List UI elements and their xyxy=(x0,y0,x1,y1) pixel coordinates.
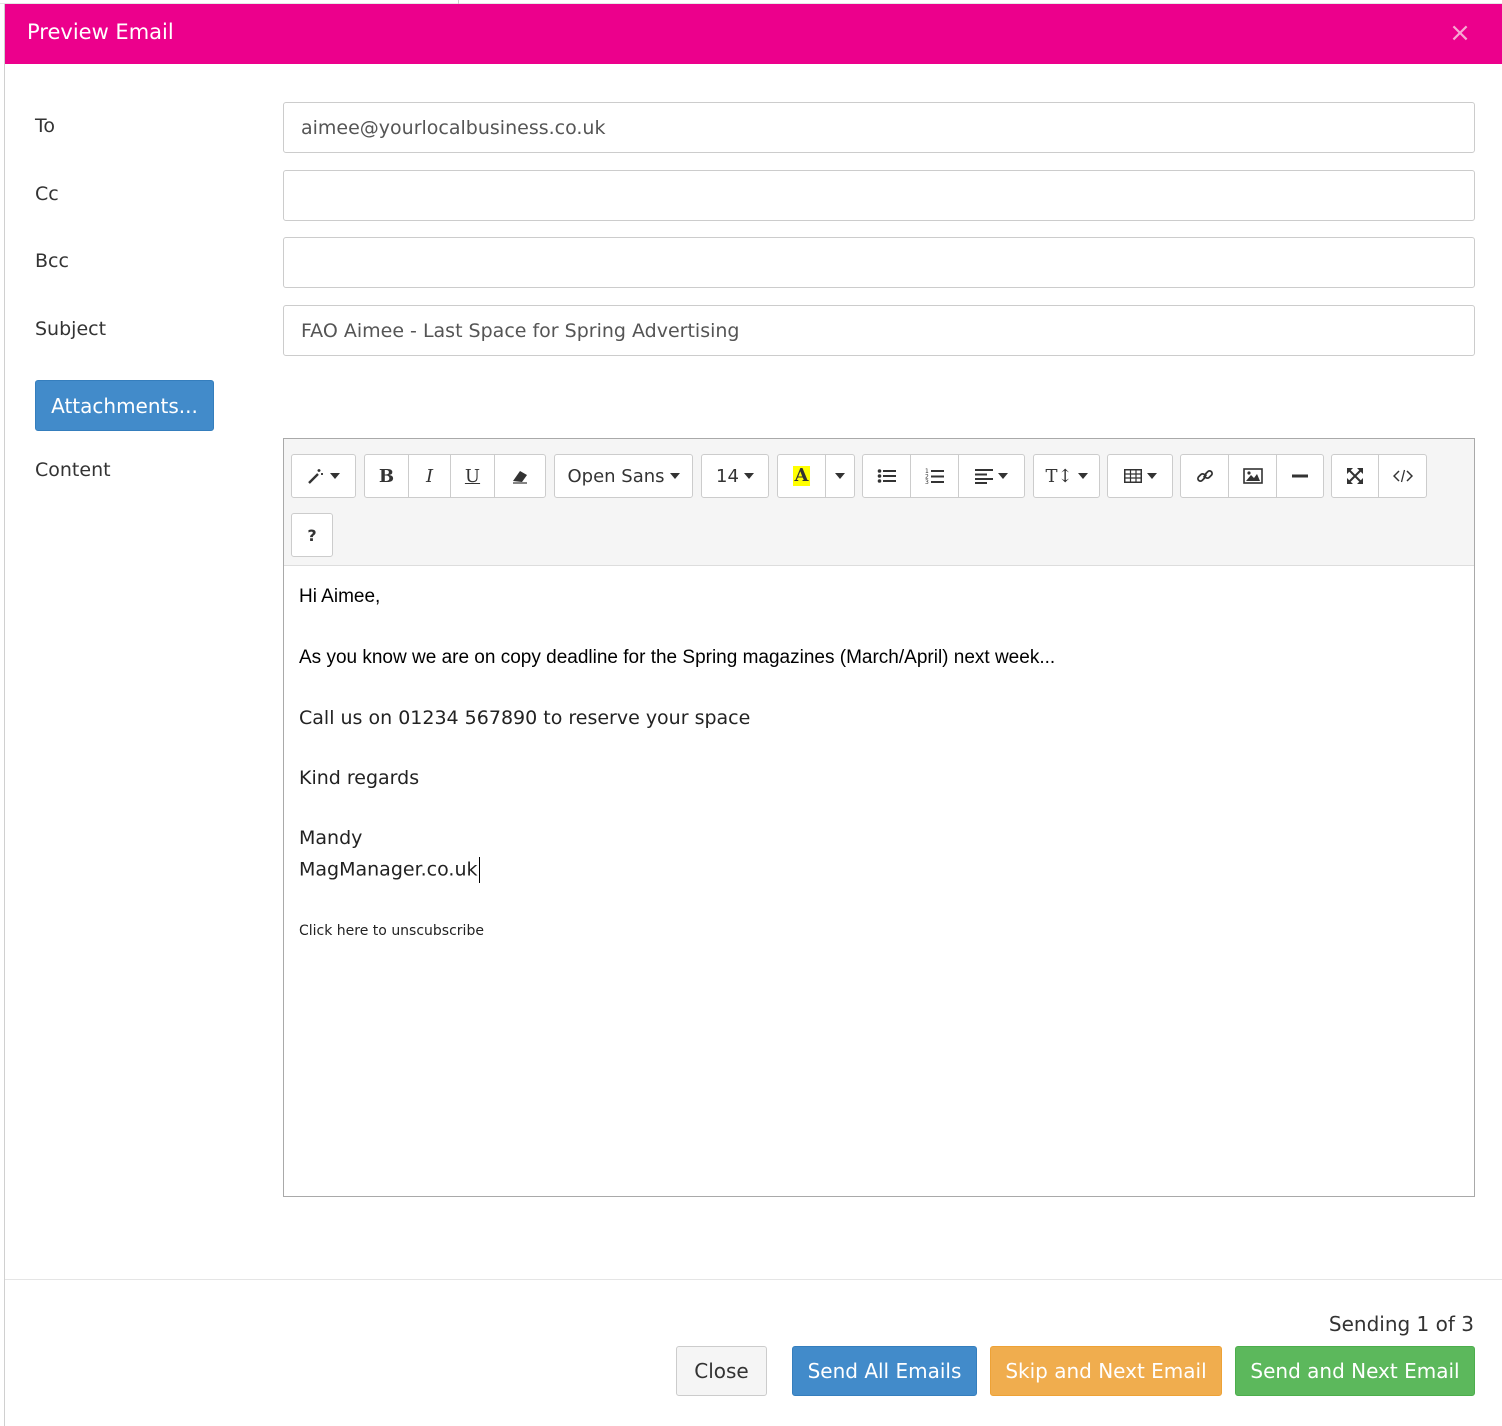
cc-input[interactable] xyxy=(283,170,1475,221)
align-left-icon xyxy=(975,469,993,484)
chevron-down-icon xyxy=(743,473,754,479)
chevron-down-icon xyxy=(1077,473,1088,479)
close-button[interactable]: Close xyxy=(676,1346,767,1396)
color-dropdown[interactable] xyxy=(825,454,855,498)
italic-button[interactable]: I xyxy=(408,454,451,498)
footer-divider xyxy=(5,1279,1502,1280)
content-line-regards: Kind regards xyxy=(299,767,420,789)
underline-button[interactable]: U xyxy=(450,454,495,498)
code-view-button[interactable] xyxy=(1378,454,1427,498)
content-label: Content xyxy=(35,459,111,481)
insert-image-button[interactable] xyxy=(1228,454,1277,498)
subject-input[interactable] xyxy=(283,305,1475,356)
expand-icon xyxy=(1347,468,1363,484)
content-sign-site-row: MagManager.co.uk xyxy=(299,857,480,883)
table-dropdown[interactable] xyxy=(1107,454,1173,498)
ordered-list-button[interactable]: 123 xyxy=(910,454,959,498)
highlight-color-button[interactable]: A xyxy=(777,454,826,498)
send-next-email-button[interactable]: Send and Next Email xyxy=(1235,1346,1475,1396)
content-sign-site: MagManager.co.uk xyxy=(299,858,478,881)
attachments-button[interactable]: Attachments... xyxy=(35,380,214,431)
unsubscribe-link[interactable]: Click here to unscubscribe xyxy=(299,923,484,939)
bcc-input[interactable] xyxy=(283,237,1475,288)
chevron-down-icon xyxy=(330,473,340,479)
highlight-icon: A xyxy=(792,465,811,486)
clear-format-button[interactable] xyxy=(494,454,546,498)
preview-email-modal: Preview Email × To Cc Bcc Subject Attach… xyxy=(4,4,1502,1426)
unordered-list-button[interactable] xyxy=(862,454,911,498)
content-line-deadline: As you know we are on copy deadline for … xyxy=(299,647,1056,668)
line-height-dropdown[interactable]: T↕ xyxy=(1033,454,1100,498)
close-icon[interactable]: × xyxy=(1449,18,1471,48)
modal-title: Preview Email xyxy=(27,20,174,44)
insert-hr-button[interactable] xyxy=(1276,454,1324,498)
chevron-down-icon xyxy=(835,473,845,479)
chevron-down-icon xyxy=(669,473,680,479)
style-dropdown[interactable] xyxy=(291,454,356,498)
chevron-down-icon xyxy=(1146,473,1157,479)
link-icon xyxy=(1196,470,1213,482)
magic-wand-icon xyxy=(308,469,323,484)
sending-status: Sending 1 of 3 xyxy=(1328,1312,1474,1336)
editor-toolbar: B I U Open Sans 14 A 1 2 3 T↕ ? xyxy=(284,439,1474,566)
modal-header: Preview Email × xyxy=(5,4,1502,64)
font-size-dropdown[interactable]: 14 xyxy=(701,454,769,498)
help-button[interactable]: ? xyxy=(291,513,333,557)
font-family-dropdown[interactable]: Open Sans xyxy=(554,454,693,498)
table-icon xyxy=(1123,469,1142,483)
horizontal-rule-icon xyxy=(1292,474,1308,478)
paragraph-align-dropdown[interactable] xyxy=(958,454,1025,498)
bcc-label: Bcc xyxy=(35,250,69,272)
skip-next-email-button[interactable]: Skip and Next Email xyxy=(990,1346,1222,1396)
bullet-list-icon xyxy=(877,469,896,483)
send-all-emails-button[interactable]: Send All Emails xyxy=(792,1346,977,1396)
to-label: To xyxy=(35,115,56,137)
numbered-list-icon: 123 xyxy=(925,468,944,485)
font-family-value: Open Sans xyxy=(567,465,665,487)
subject-label: Subject xyxy=(35,318,107,340)
content-greeting: Hi Aimee, xyxy=(299,586,381,607)
to-input[interactable] xyxy=(283,102,1475,153)
cc-label: Cc xyxy=(35,183,59,205)
image-icon xyxy=(1242,468,1263,484)
font-size-value: 14 xyxy=(716,465,739,487)
content-sign-name: Mandy xyxy=(299,827,363,849)
bold-button[interactable]: B xyxy=(364,454,409,498)
text-height-icon: T↕ xyxy=(1045,465,1073,487)
fullscreen-button[interactable] xyxy=(1331,454,1379,498)
insert-link-button[interactable] xyxy=(1180,454,1229,498)
rich-text-editor: B I U Open Sans 14 A 1 2 3 T↕ ? Hi Aimee… xyxy=(283,438,1475,1197)
code-icon xyxy=(1392,469,1413,483)
text-cursor xyxy=(478,857,480,883)
svg-text:3: 3 xyxy=(925,479,929,485)
content-line-call: Call us on 01234 567890 to reserve your … xyxy=(299,707,751,729)
chevron-down-icon xyxy=(998,473,1008,479)
eraser-icon xyxy=(513,471,527,484)
